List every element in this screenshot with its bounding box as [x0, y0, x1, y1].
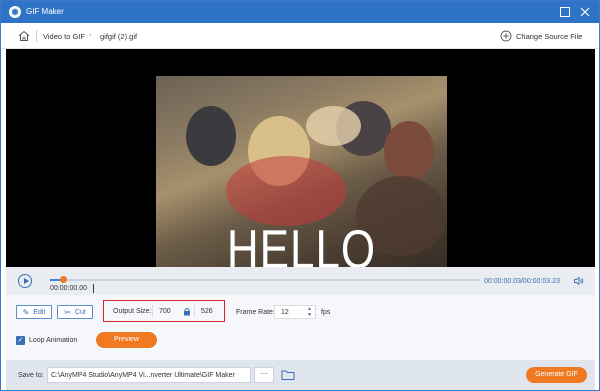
- change-source-file-label: Change Source File: [516, 31, 583, 41]
- title-bar: ◉ GIF Maker: [1, 1, 599, 23]
- generate-gif-button[interactable]: Generate GIF: [526, 367, 587, 383]
- edit-label: Edit: [33, 308, 46, 316]
- browse-button[interactable]: ···: [254, 367, 274, 383]
- gif-maker-window: ◉ GIF Maker Video to GIF › gifgif (2).gi…: [0, 0, 600, 391]
- save-path-field[interactable]: C:\AnyMP4 Studio\AnyMP4 Vi...nverter Ult…: [47, 367, 251, 383]
- edit-button[interactable]: ✎ Edit: [16, 305, 52, 319]
- chevron-right-icon: ›: [89, 32, 92, 39]
- frame-rate-select[interactable]: 12 ▲ ▼: [274, 305, 316, 319]
- time-display: 00:00:00.03/00:00:03.23: [484, 278, 560, 285]
- timeline-track[interactable]: [50, 279, 480, 281]
- gif-preview-frame: HELLO: [156, 76, 447, 290]
- loop-animation-label: Loop Animation: [29, 337, 78, 344]
- window-title: GIF Maker: [26, 7, 64, 16]
- preview-button[interactable]: Preview: [96, 332, 157, 348]
- video-preview-area: HELLO: [6, 49, 595, 290]
- cut-button[interactable]: ✂ Cut: [57, 305, 93, 319]
- app-logo-icon: ◉: [9, 6, 21, 18]
- checkbox-icon[interactable]: ✓: [16, 336, 25, 345]
- save-to-label: Save to:: [18, 372, 44, 379]
- change-source-file-button[interactable]: Change Source File: [500, 28, 582, 44]
- breadcrumb: Video to GIF › gifgif (2).gif Change Sou…: [1, 23, 599, 49]
- play-icon[interactable]: [18, 274, 32, 288]
- plus-circle-icon: [500, 30, 512, 42]
- cut-label: Cut: [74, 308, 86, 316]
- volume-icon[interactable]: [573, 275, 585, 287]
- breadcrumb-divider: [36, 30, 37, 42]
- lock-icon[interactable]: [183, 307, 191, 316]
- time-caret: [93, 284, 94, 293]
- maximize-icon[interactable]: [558, 5, 572, 19]
- current-time: 00:00:00.00: [50, 285, 87, 292]
- loop-animation-checkbox[interactable]: ✓ Loop Animation: [16, 336, 77, 345]
- output-width-input[interactable]: 700: [159, 308, 171, 315]
- settings-panel: ✎ Edit ✂ Cut Output Size: 700 526 Frame …: [6, 295, 595, 360]
- frame-rate-value: 12: [281, 309, 289, 316]
- home-icon[interactable]: [17, 29, 31, 43]
- scissors-icon: ✂: [64, 307, 71, 317]
- footer-bar: Save to: C:\AnyMP4 Studio\AnyMP4 Vi...nv…: [6, 360, 595, 390]
- breadcrumb-video-to-gif[interactable]: Video to GIF: [43, 32, 85, 41]
- output-height-input[interactable]: 526: [201, 308, 213, 315]
- fps-unit: fps: [321, 309, 331, 316]
- close-icon[interactable]: [578, 5, 592, 19]
- output-size-label: Output Size:: [113, 308, 152, 315]
- output-size-group: Output Size: 700 526: [103, 300, 225, 322]
- breadcrumb-file-name: gifgif (2).gif: [100, 32, 138, 41]
- timeline-thumb[interactable]: [60, 276, 67, 283]
- playback-bar: 00:00:00.00 00:00:00.03/00:00:03.23: [6, 267, 595, 295]
- edit-icon: ✎: [22, 307, 30, 317]
- spinner-arrows-icon[interactable]: ▲ ▼: [307, 306, 312, 318]
- frame-rate-label: Frame Rate:: [236, 309, 275, 316]
- folder-icon[interactable]: [281, 368, 295, 381]
